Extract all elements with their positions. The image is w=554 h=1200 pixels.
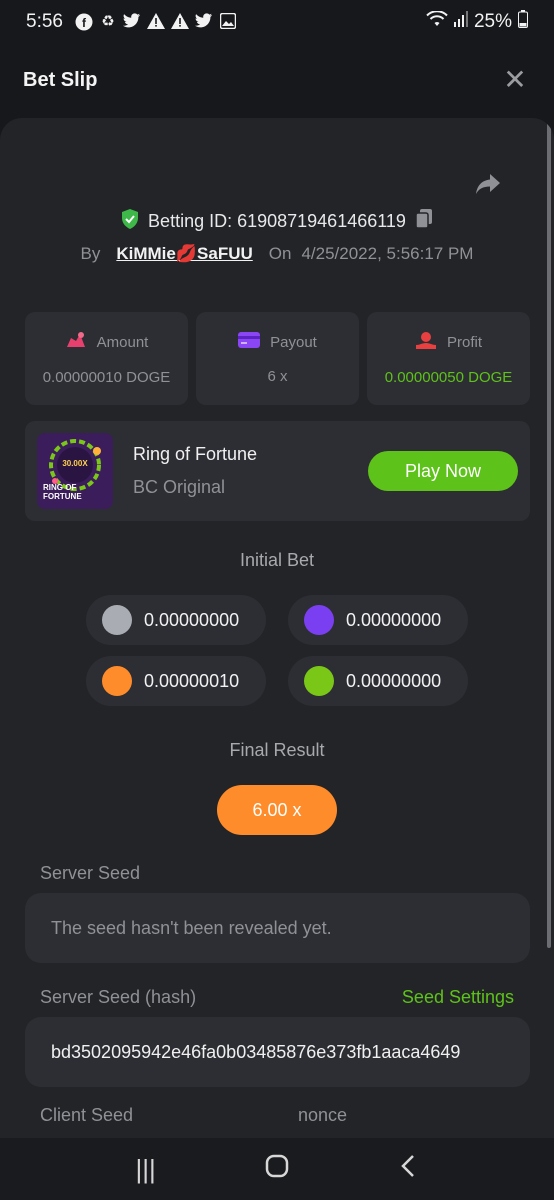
server-seed-label: Server Seed	[40, 863, 141, 883]
recents-icon: |||	[135, 1153, 156, 1184]
amount-value: 0.00000010 DOGE	[42, 369, 171, 386]
game-name: Ring of Fortune	[133, 444, 258, 464]
payout-value: 6 x	[267, 368, 288, 385]
copy-icon	[415, 209, 432, 229]
client-seed-label: Client Seed	[40, 1105, 134, 1125]
close-button[interactable]: ✕	[499, 66, 531, 94]
warning-icon	[146, 13, 165, 31]
twitter-icon	[122, 13, 141, 31]
system-nav-bar: |||	[0, 1138, 554, 1200]
initial-bet-chip: 0.00000000	[86, 595, 266, 645]
initial-bet-title: Initial Bet	[239, 550, 315, 570]
profit-icon	[415, 331, 437, 353]
profit-label: Profit	[446, 333, 482, 351]
bet-slip-panel[interactable]: Betting ID: 61908719461466119 By KiMMie💋…	[0, 118, 554, 1138]
initial-bet-chip: 0.00000000	[288, 595, 468, 645]
bet-datetime: 4/25/2022, 5:56:17 PM	[301, 244, 474, 263]
back-icon	[401, 1154, 415, 1177]
battery-icon	[518, 10, 528, 34]
twitter-icon	[194, 13, 213, 31]
game-provider: BC Original	[133, 477, 226, 497]
copy-button[interactable]	[414, 208, 434, 235]
thumbnail-title: RING OF FORTUNE	[43, 483, 82, 501]
facebook-icon: f	[75, 13, 93, 31]
on-label: On	[268, 244, 292, 263]
close-icon: ✕	[503, 64, 527, 95]
initial-bet-chip: 0.00000000	[288, 656, 468, 706]
game-thumbnail[interactable]: 30.00X RING OF FORTUNE	[37, 433, 113, 509]
share-icon	[476, 174, 500, 194]
bet-byline: By KiMMie💋SaFUU On 4/25/2022, 5:56:17 PM	[0, 244, 554, 264]
page-title: Bet Slip	[23, 68, 98, 91]
stat-profit: Profit 0.00000050 DOGE	[367, 312, 530, 405]
stat-amount: Amount 0.00000010 DOGE	[25, 312, 188, 405]
grey-dot	[102, 605, 132, 635]
payout-label: Payout	[270, 333, 317, 351]
home-button[interactable]	[257, 1154, 297, 1185]
green-dot	[304, 666, 334, 696]
scrollbar[interactable]	[547, 118, 551, 948]
chip-value: 0.00000010	[144, 670, 240, 691]
bet-slip-header: Bet Slip ✕	[0, 44, 554, 116]
status-time: 5:56	[26, 11, 63, 32]
status-bar: 5:56 f ♻ 25%	[0, 0, 554, 44]
stat-payout: Payout 6 x	[196, 312, 359, 405]
recycle-icon: ♻	[101, 13, 115, 30]
home-icon	[265, 1154, 289, 1177]
server-seed-hash-field[interactable]: bd3502095942e46fa0b03485876e373fb1aaca46…	[25, 1017, 530, 1087]
server-seed-hash-label: Server Seed (hash)	[40, 987, 197, 1007]
chip-value: 0.00000000	[346, 670, 442, 691]
warning-icon	[170, 13, 189, 31]
battery-text: 25%	[473, 11, 512, 32]
play-now-button[interactable]: Play Now	[368, 451, 518, 491]
chip-value: 0.00000000	[346, 609, 442, 630]
recents-button[interactable]: |||	[126, 1154, 166, 1185]
share-button[interactable]	[474, 172, 502, 196]
payout-icon	[238, 332, 261, 352]
by-label: By	[80, 244, 101, 263]
profit-value: 0.00000050 DOGE	[384, 369, 513, 386]
amount-label: Amount	[96, 333, 149, 351]
nonce-label: nonce	[298, 1105, 348, 1125]
shield-check-icon	[120, 208, 140, 235]
thumbnail-multiplier: 30.00X	[62, 459, 88, 468]
wifi-icon	[426, 10, 448, 33]
chip-value: 0.00000000	[144, 609, 240, 630]
image-icon	[219, 12, 237, 31]
seed-settings-link[interactable]: Seed Settings	[402, 987, 514, 1008]
game-card: 30.00X RING OF FORTUNE Ring of Fortune B…	[25, 421, 530, 521]
server-seed-field[interactable]: The seed hasn't been revealed yet.	[25, 893, 530, 963]
signal-icon	[453, 11, 468, 33]
bet-stats: Amount 0.00000010 DOGE Payout 6 x Profit…	[25, 312, 530, 405]
amount-icon	[65, 331, 87, 353]
final-result-title: Final Result	[229, 740, 325, 760]
username-link[interactable]: KiMMie💋SaFUU	[116, 244, 252, 264]
back-button[interactable]	[388, 1154, 428, 1185]
betting-id-row: Betting ID: 61908719461466119	[0, 208, 554, 235]
initial-bet-chip: 0.00000010	[86, 656, 266, 706]
purple-dot	[304, 605, 334, 635]
final-result-badge: 6.00 x	[217, 785, 337, 835]
orange-dot	[102, 666, 132, 696]
betting-id: Betting ID: 61908719461466119	[148, 211, 406, 231]
